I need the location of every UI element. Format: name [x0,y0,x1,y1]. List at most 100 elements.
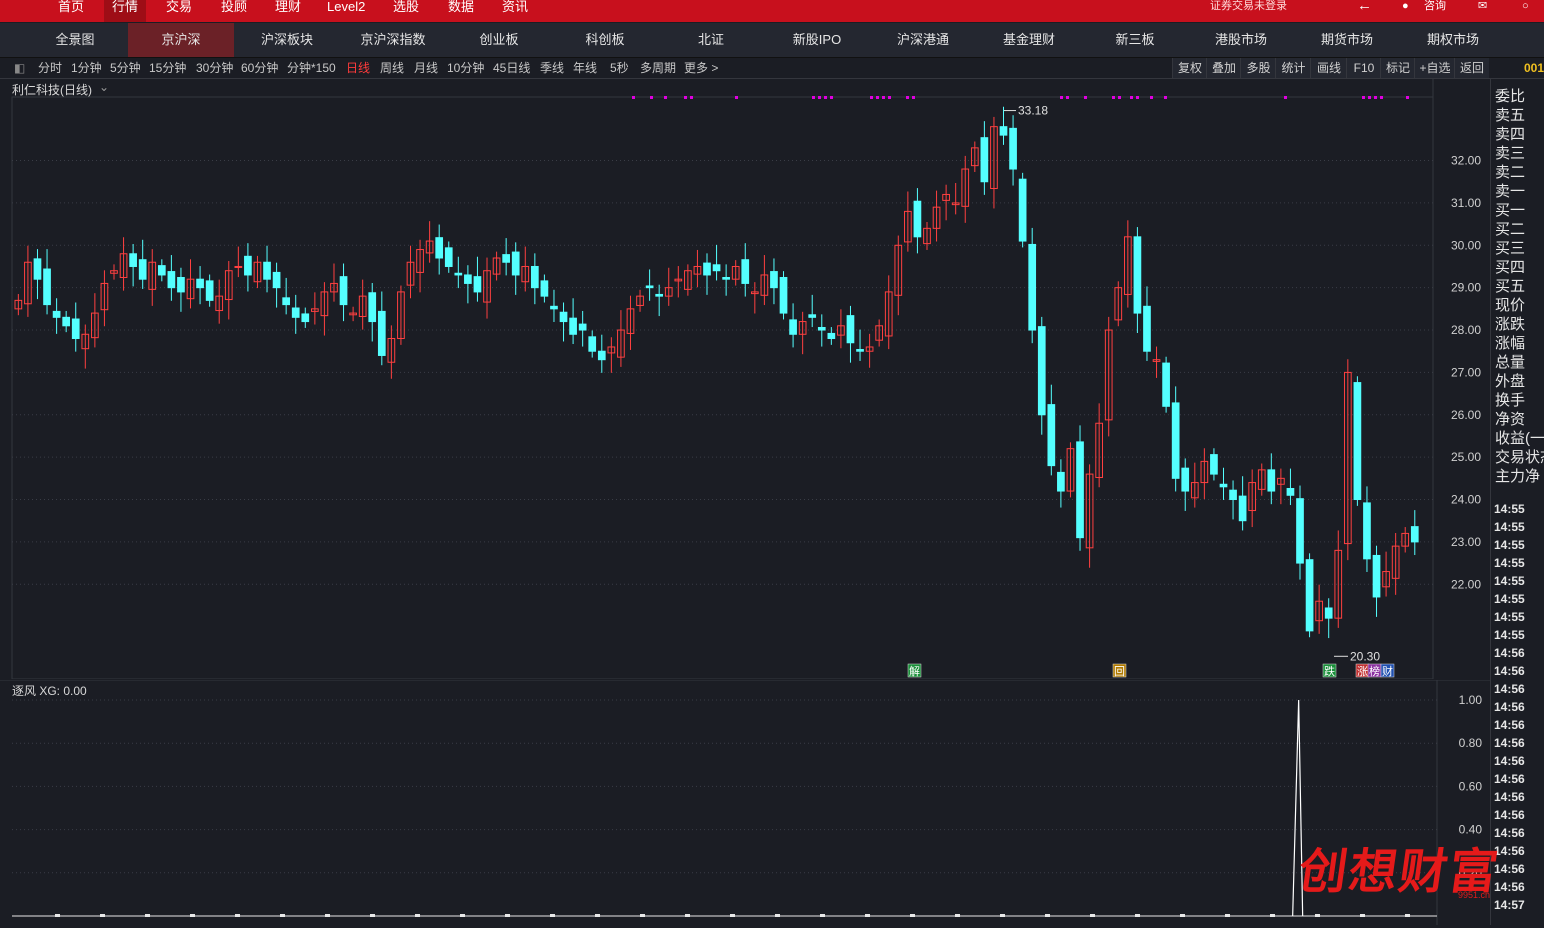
mail-icon[interactable]: ✉ [1478,0,1487,12]
period-10[interactable]: 10分钟 [447,58,484,78]
tab-11[interactable]: 港股市场 [1188,23,1294,57]
nav-1[interactable]: 行情 [104,0,147,22]
tab-5[interactable]: 科创板 [552,23,658,57]
signal-dot-27 [1368,96,1371,99]
period-8[interactable]: 周线 [380,58,404,78]
signal-dot-29 [1380,96,1383,99]
nav-8[interactable]: 资讯 [494,0,536,22]
tool-8[interactable]: 返回 [1454,58,1489,78]
signal-dot-13 [888,96,891,99]
candle-body-16 [167,271,176,289]
nav-7[interactable]: 数据 [440,0,482,22]
candle-body-58 [569,317,577,335]
tab-4[interactable]: 创业板 [446,23,552,57]
candle-body-80 [779,276,788,314]
tab-8[interactable]: 沪深港通 [870,23,976,57]
candle-body-133 [1286,488,1295,496]
period-16[interactable]: 更多 > [684,58,718,78]
sidebar-toggle-icon[interactable]: ◧ [14,58,25,78]
baseline-marker-9 [460,914,465,917]
quote-label-8: 买三 [1495,240,1526,257]
candle-body-15 [157,265,166,276]
quote-time-21: 14:56 [1494,880,1525,894]
search-icon[interactable]: ○ [1522,0,1529,12]
nav-5[interactable]: Level2 [319,0,373,22]
period-15[interactable]: 多周期 [640,58,676,78]
quote-label-0: 委比 [1495,88,1526,105]
candle-body-72 [703,262,711,276]
tool-7[interactable]: +自选 [1414,58,1455,78]
chart-options-icon[interactable]: ⌄ [99,80,109,94]
tool-5[interactable]: F10 [1346,58,1381,78]
candle-body-67 [655,293,664,297]
candle-body-87 [846,315,855,344]
nav-3[interactable]: 投顾 [213,0,255,22]
back-arrow-icon[interactable]: ← [1357,0,1372,13]
candle-body-5 [62,316,71,327]
tab-13[interactable]: 期权市场 [1400,23,1506,57]
period-7[interactable]: 日线 [346,58,370,78]
period-9[interactable]: 月线 [414,58,438,78]
signal-dot-8 [824,96,827,99]
candle-body-134 [1296,498,1304,564]
low-price-label: 20.30 [1350,649,1380,663]
signal-dot-5 [735,96,738,99]
candlestick-chart[interactable]: 22.00 23.00 24.00 25.00 26.00 27.00 28.00 29.00… [0,79,1490,682]
tab-12[interactable]: 期货市场 [1294,23,1400,57]
consult-label[interactable]: 咨询 [1424,0,1446,12]
tab-10[interactable]: 新三板 [1082,23,1188,57]
consult-icon[interactable]: ● [1402,0,1409,12]
tab-14[interactable]: 上 [1506,23,1544,57]
period-14[interactable]: 5秒 [610,58,629,78]
baseline-marker-11 [550,914,555,917]
candle-body-6 [71,318,80,340]
period-0[interactable]: 分时 [38,58,62,78]
tab-2[interactable]: 沪深板块 [234,23,340,57]
event-marker-4: 榜 [1369,664,1380,678]
period-5[interactable]: 60分钟 [241,58,278,78]
period-2[interactable]: 5分钟 [110,58,141,78]
period-13[interactable]: 年线 [573,58,597,78]
candle-body-34 [339,276,348,306]
period-4[interactable]: 30分钟 [196,58,233,78]
quote-time-3: 14:55 [1494,556,1525,570]
period-12[interactable]: 季线 [540,58,564,78]
period-11[interactable]: 45日线 [493,58,530,78]
tool-6[interactable]: 标记 [1380,58,1415,78]
y-tick-1: 23.00 [1451,535,1481,549]
tool-4[interactable]: 画线 [1310,58,1347,78]
nav-2[interactable]: 交易 [158,0,200,22]
signal-dot-17 [1066,96,1069,99]
tool-0[interactable]: 复权 [1172,58,1207,78]
nav-0[interactable]: 首页 [50,0,92,22]
tab-3[interactable]: 京沪深指数 [340,23,446,57]
quote-label-19: 交易状态 [1495,449,1544,466]
login-status[interactable]: 证券交易未登录 [1210,0,1287,12]
nav-6[interactable]: 选股 [385,0,427,22]
nav-4[interactable]: 理财 [267,0,309,22]
quote-label-11: 现价 [1495,297,1526,314]
tab-6[interactable]: 北证 [658,23,764,57]
tab-7[interactable]: 新股IPO [764,23,870,57]
signal-dot-7 [818,96,821,99]
quote-time-7: 14:55 [1494,628,1525,642]
y-tick-8: 30.00 [1451,238,1481,252]
signal-dot-11 [876,96,879,99]
indicator-chart[interactable]: 0.20 0.40 0.60 0.80 1.00 逐风 XG: 0.00 [0,679,1490,928]
period-3[interactable]: 15分钟 [149,58,186,78]
period-toolbar: ◧ 分时 1分钟 5分钟 15分钟 30分钟 60分钟 分钟*150 日线 周线 月线 10分钟 45… [0,58,1544,79]
period-6[interactable]: 分钟*150 [287,58,336,78]
tool-1[interactable]: 叠加 [1206,58,1241,78]
candle-body-56 [550,305,558,310]
tool-2[interactable]: 多股 [1240,58,1276,78]
candle-body-107 [1037,326,1046,416]
tool-3[interactable]: 统计 [1275,58,1311,78]
baseline-marker-28 [1315,914,1320,917]
tab-0[interactable]: 全景图 [22,23,128,57]
quote-time-15: 14:56 [1494,772,1525,786]
indicator-tick-3: 0.80 [1459,736,1483,750]
period-1[interactable]: 1分钟 [71,58,102,78]
tab-1[interactable]: 京沪深 [128,23,234,57]
y-tick-2: 24.00 [1451,493,1481,507]
tab-9[interactable]: 基金理财 [976,23,1082,57]
